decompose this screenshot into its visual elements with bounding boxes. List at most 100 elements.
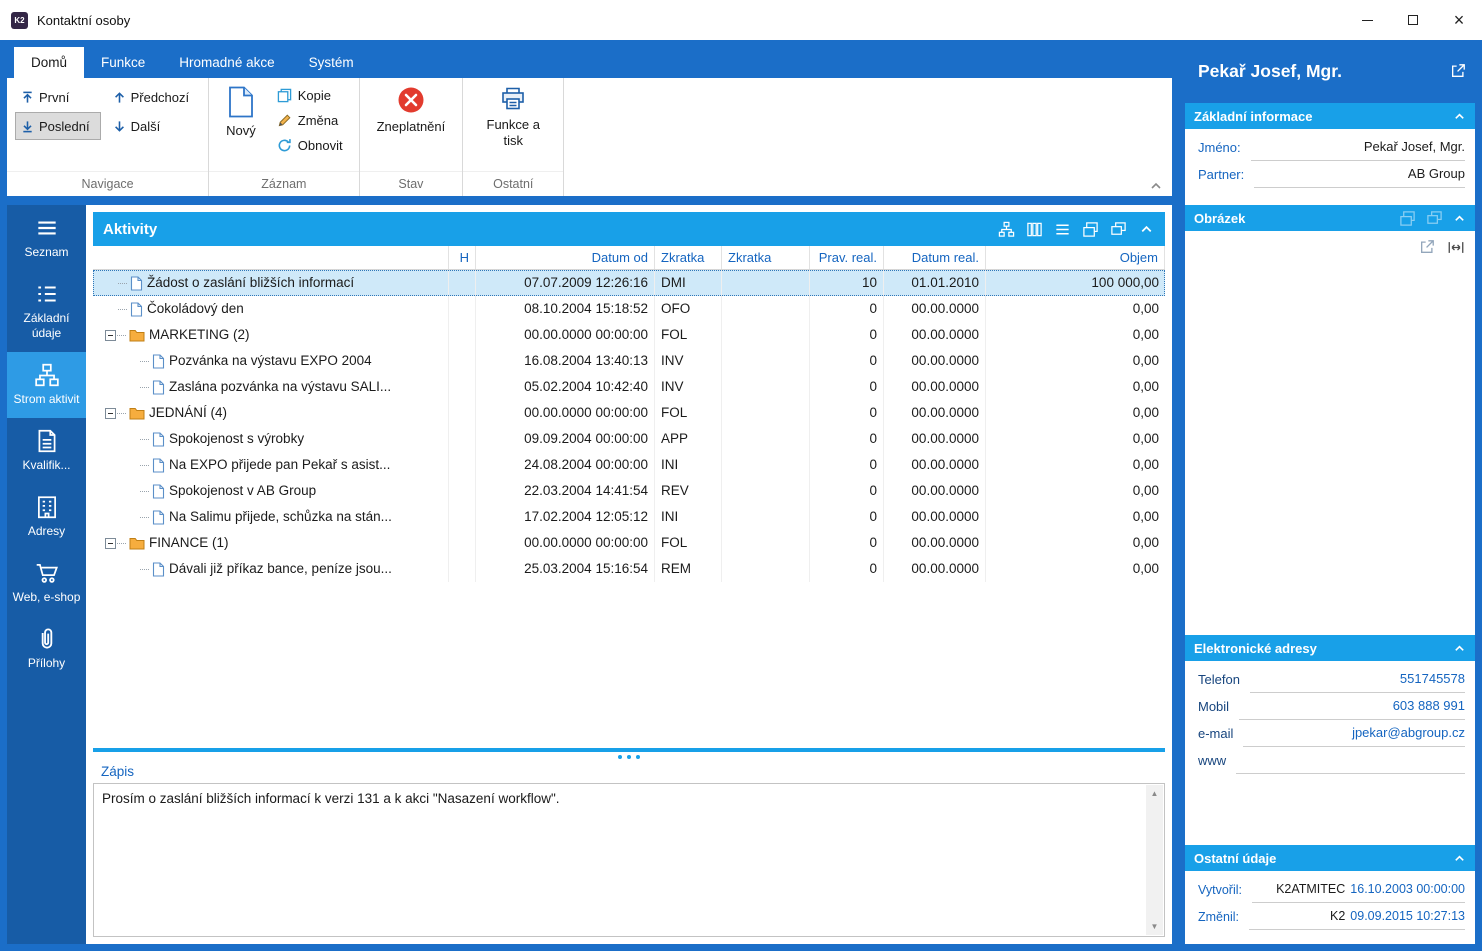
refresh-icon — [277, 138, 292, 153]
electronic-body: Telefon 551745578 Mobil 603 888 991 e-mail jp… — [1185, 661, 1475, 845]
scroll-up-icon[interactable]: ▲ — [1151, 785, 1159, 802]
tree-structure-icon[interactable] — [998, 221, 1015, 238]
maximize-button[interactable] — [1390, 0, 1436, 40]
column-header-4[interactable]: Zkratka — [722, 246, 810, 269]
open-image-external-icon[interactable] — [1419, 239, 1435, 255]
cell-datum-od: 25.03.2004 15:16:54 — [476, 556, 655, 582]
activity-name-cell: Žádost o zaslání bližších informací — [93, 270, 449, 296]
activity-row[interactable]: Na Salimu přijede, schůzka na stán... 17.… — [93, 504, 1165, 530]
ribbon-tab-domu[interactable]: Domů — [14, 47, 85, 78]
activity-row[interactable]: Zaslána pozvánka na výstavu SALI... 05.02… — [93, 374, 1165, 400]
column-header-5[interactable]: Prav. real. — [810, 246, 884, 269]
ribbon-tab-funkce[interactable]: Funkce — [84, 47, 162, 78]
zneplatneni-button[interactable]: Zneplatnění — [368, 83, 455, 171]
close-icon: × — [1453, 10, 1465, 30]
other-header[interactable]: Ostatní údaje — [1185, 845, 1475, 871]
cell-zkratka: INI — [655, 504, 722, 530]
ribbon-tab-hromadne-akce[interactable]: Hromadné akce — [162, 47, 291, 78]
image-edit-icon[interactable] — [1426, 210, 1443, 227]
collapse-section-icon[interactable] — [1453, 642, 1466, 655]
collapse-section-icon[interactable] — [1453, 852, 1466, 865]
sidebar-item-adresy[interactable]: Adresy — [7, 484, 86, 550]
columns-icon[interactable] — [1026, 221, 1043, 238]
tree-collapse-icon[interactable] — [105, 329, 116, 341]
sidebar-item-web-eshop[interactable]: Web, e-shop — [7, 550, 86, 616]
cell-zkratka: DMI — [655, 270, 722, 296]
zapis-panel: Zápis Prosím o zaslání bližších informac… — [93, 761, 1165, 937]
folder-small-icon — [129, 537, 145, 550]
column-header-2[interactable]: Datum od — [476, 246, 655, 269]
tree-collapse-icon[interactable] — [105, 537, 116, 549]
cell-datum-real: 00.00.0000 — [884, 504, 986, 530]
doc-small-icon — [152, 483, 165, 499]
activity-row[interactable]: Spokojenost v AB Group 22.03.2004 14:41:5… — [93, 478, 1165, 504]
column-header-6[interactable]: Datum real. — [884, 246, 986, 269]
sidebar: Seznam Základní údaje Strom aktivit Kvalifi… — [7, 205, 86, 944]
kopie-button[interactable]: Kopie — [275, 87, 351, 104]
activity-row[interactable]: FINANCE (1) 00.00.0000 00:00:00 FOL 0 00.00.… — [93, 530, 1165, 556]
column-header-1[interactable]: H — [449, 246, 476, 269]
list-icon[interactable] — [1054, 221, 1071, 238]
activities-title: Aktivity — [103, 220, 158, 238]
doc-small-icon — [152, 457, 165, 473]
activity-row[interactable]: MARKETING (2) 00.00.0000 00:00:00 FOL 0 00.0… — [93, 322, 1165, 348]
open-record-icon[interactable] — [1450, 63, 1466, 79]
activity-row[interactable]: Žádost o zaslání bližších informací 07.07… — [93, 270, 1165, 296]
group-label-ostatni: Ostatní — [463, 171, 564, 196]
posledni-button[interactable]: Poslední — [15, 112, 101, 140]
funkce-a-tisk-button[interactable]: Funkce a tisk — [471, 83, 555, 171]
sidebar-item-kvalifikace[interactable]: Kvalifik... — [7, 418, 86, 484]
detail-field: e-mail jpekar@abgroup.cz — [1185, 720, 1475, 747]
zapis-textbox[interactable]: Prosím o zaslání bližších informací k ve… — [93, 783, 1165, 937]
cell-prav-real: 0 — [810, 426, 884, 452]
tree-collapse-icon[interactable] — [105, 407, 116, 419]
ribbon-collapse-button[interactable] — [1149, 179, 1163, 193]
dalsi-button[interactable]: Další — [107, 112, 201, 140]
activity-row[interactable]: Na EXPO přijede pan Pekař s asist... 24.0… — [93, 452, 1165, 478]
column-header-0[interactable] — [93, 246, 449, 269]
column-header-7[interactable]: Objem — [986, 246, 1165, 269]
prvni-button[interactable]: První — [15, 83, 101, 111]
activity-row[interactable]: Pozvánka na výstavu EXPO 2004 16.08.2004 … — [93, 348, 1165, 374]
doc-small-icon — [152, 509, 165, 525]
zapis-text[interactable]: Prosím o zaslání bližších informací k ve… — [94, 784, 1164, 814]
sidebar-item-strom-aktivit[interactable]: Strom aktivit — [7, 352, 86, 418]
sidebar-item-seznam[interactable]: Seznam — [7, 205, 86, 271]
basic-info-header[interactable]: Základní informace — [1185, 103, 1475, 129]
cell-datum-real: 00.00.0000 — [884, 296, 986, 322]
collapse-icon[interactable] — [1138, 221, 1155, 238]
close-button[interactable]: × — [1436, 0, 1482, 40]
scroll-down-icon[interactable]: ▼ — [1151, 918, 1159, 935]
duplicate-icon[interactable] — [1110, 221, 1127, 238]
image-header[interactable]: Obrázek — [1185, 205, 1475, 231]
cell-objem: 0,00 — [1132, 405, 1159, 420]
obnovit-button[interactable]: Obnovit — [275, 137, 351, 154]
image-open-icon[interactable] — [1399, 210, 1416, 227]
open-new-window-icon[interactable] — [1082, 221, 1099, 238]
cell-prav-real: 0 — [810, 478, 884, 504]
activity-row[interactable]: JEDNÁNÍ (4) 00.00.0000 00:00:00 FOL 0 00.00.… — [93, 400, 1165, 426]
zapis-scrollbar[interactable]: ▲ ▼ — [1146, 785, 1163, 935]
panel-splitter[interactable] — [93, 748, 1165, 761]
activity-row[interactable]: Čokoládový den 08.10.2004 15:18:52 OFO 0 00.… — [93, 296, 1165, 322]
collapse-section-icon[interactable] — [1453, 110, 1466, 123]
predchozi-button[interactable]: Předchozí — [107, 83, 201, 111]
hierarchy-icon — [34, 362, 60, 388]
group-label-stav: Stav — [359, 171, 463, 196]
activity-row[interactable]: Dávali již příkaz bance, peníze jsou... 2… — [93, 556, 1165, 582]
column-header-3[interactable]: Zkratka — [655, 246, 722, 269]
group-label-navigace: Navigace — [7, 171, 209, 196]
collapse-section-icon[interactable] — [1453, 212, 1466, 225]
detail-field: Jméno: Pekař Josef, Mgr. — [1185, 134, 1475, 161]
minimize-button[interactable] — [1344, 0, 1390, 40]
ribbon-tab-system[interactable]: Systém — [292, 47, 371, 78]
sidebar-item-zakladni-udaje[interactable]: Základní údaje — [7, 271, 86, 352]
activity-row[interactable]: Spokojenost s výrobky 09.09.2004 00:00:00… — [93, 426, 1165, 452]
list-icon — [34, 215, 60, 241]
zmena-button[interactable]: Změna — [275, 112, 351, 129]
fit-width-icon[interactable] — [1447, 241, 1465, 254]
electronic-header[interactable]: Elektronické adresy — [1185, 635, 1475, 661]
sidebar-item-prilohy[interactable]: Přílohy — [7, 616, 86, 682]
cell-objem: 0,00 — [1132, 327, 1159, 342]
novy-button[interactable]: Nový — [217, 83, 265, 171]
